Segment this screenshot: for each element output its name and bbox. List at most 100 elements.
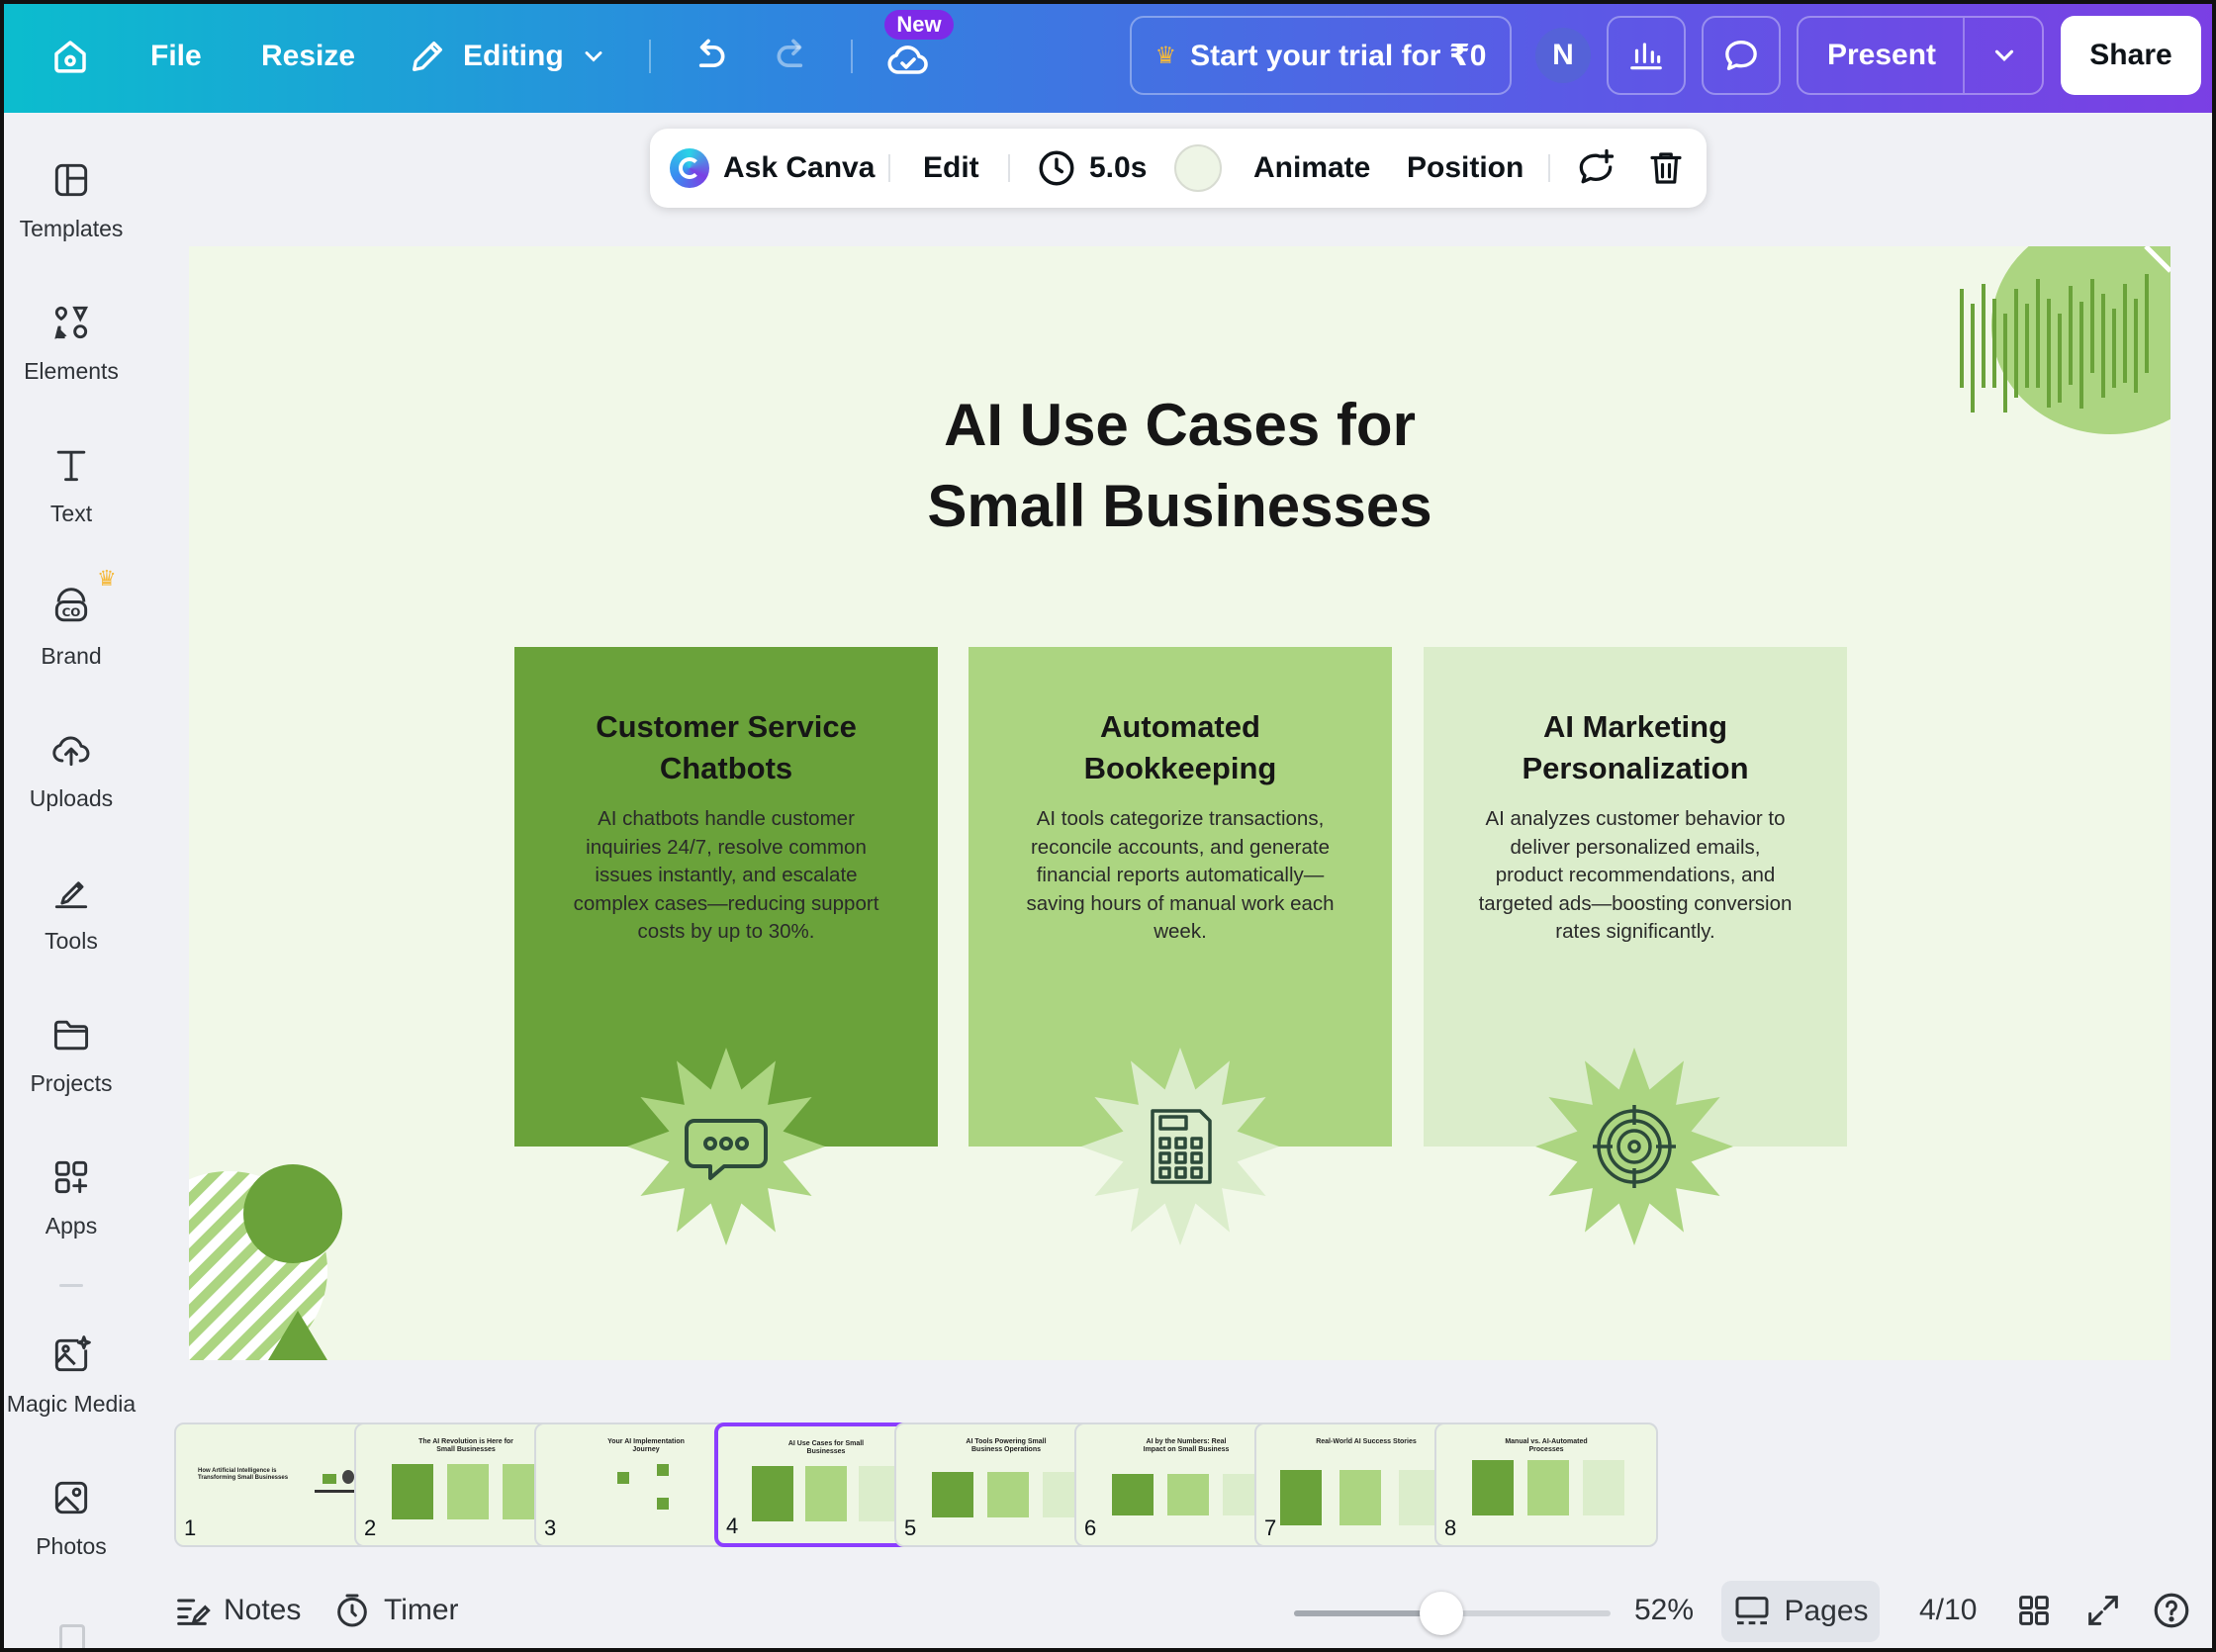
thumbnail-step (657, 1498, 669, 1510)
position-button[interactable]: Position (1407, 129, 1524, 208)
clock-icon (1039, 150, 1074, 186)
slide-title-line: Small Businesses (927, 473, 1432, 539)
redo-button[interactable] (772, 0, 815, 113)
thumbnail-step (617, 1472, 629, 1484)
decor-bottom-left (189, 1164, 342, 1360)
mode-label: Editing (463, 40, 564, 72)
page-thumbnail[interactable]: Manual vs. AI-Automated Processes 8 (1434, 1423, 1658, 1547)
edit-button[interactable]: Edit (923, 129, 979, 208)
sidebar-item-label: Elements (24, 358, 119, 384)
crown-icon: ♛ (1154, 42, 1177, 69)
thumbnail-number: 8 (1444, 1515, 1457, 1540)
delete-button[interactable] (1645, 129, 1687, 208)
thumbnail-number: 3 (544, 1515, 557, 1540)
comment-add-icon (1579, 148, 1615, 184)
thumbnail-card (1339, 1470, 1381, 1525)
sidebar-item-templates[interactable]: Templates (4, 158, 138, 242)
insights-button[interactable] (1607, 16, 1686, 95)
sidebar-item-uploads[interactable]: Uploads (4, 728, 138, 812)
thumbnail-number: 4 (726, 1514, 739, 1538)
target-badge[interactable] (1535, 1048, 1733, 1245)
duration-button[interactable]: 5.0s (1036, 129, 1147, 208)
card-body: AI analyzes customer behavior to deliver… (1478, 807, 1793, 943)
thumbnail-step (657, 1464, 669, 1476)
zoom-slider[interactable] (1294, 1592, 1611, 1635)
thumbnail-card (1167, 1474, 1209, 1515)
uploads-icon (52, 736, 90, 767)
pages-icon (1735, 1597, 1769, 1625)
card-title: AI Marketing Personalization (1424, 706, 1847, 789)
share-button[interactable]: Share (2061, 16, 2201, 95)
sidebar-item-brand[interactable]: ♛ CO Brand (4, 566, 138, 670)
card-title: Customer Service Chatbots (514, 706, 938, 789)
page-counter[interactable]: 4/10 (1919, 1573, 1977, 1648)
thumbnail-card (1527, 1460, 1569, 1515)
background-color-button[interactable] (1174, 129, 1222, 208)
thumbnail-card (447, 1464, 489, 1519)
sidebar-item-label: Photos (36, 1533, 107, 1559)
expand-icon (2088, 1596, 2118, 1625)
sidebar-item-magic-media[interactable]: Magic Media (4, 1333, 138, 1418)
sidebar-item-elements[interactable]: Elements (4, 301, 138, 385)
animate-button[interactable]: Animate (1253, 129, 1370, 208)
fullscreen-button[interactable] (2083, 1573, 2123, 1648)
trial-button[interactable]: ♛ Start your trial for ₹0 (1130, 16, 1512, 95)
card-body: AI chatbots handle customer inquiries 24… (573, 807, 879, 943)
slide-title[interactable]: AI Use Cases for Small Businesses (189, 385, 2170, 547)
sidebar-item-apps[interactable]: Apps (4, 1155, 138, 1239)
cloud-save-button[interactable] (884, 4, 932, 117)
home-button[interactable] (49, 0, 91, 113)
calculator-badge[interactable] (1081, 1048, 1279, 1245)
timer-label: Timer (384, 1594, 459, 1626)
templates-icon (54, 163, 88, 197)
avatar[interactable]: N (1535, 28, 1591, 83)
file-menu[interactable]: File (150, 0, 202, 113)
timer-button[interactable]: Timer (332, 1573, 459, 1648)
trash-icon (1650, 152, 1682, 184)
magic-media-icon (54, 1335, 91, 1372)
projects-icon (53, 1020, 89, 1051)
thumbnail-card (1280, 1470, 1322, 1525)
photos-icon (54, 1481, 88, 1514)
bottom-bar: Notes Timer 52% Pages 4/10 (138, 1573, 2212, 1648)
divider (1008, 154, 1010, 182)
ask-canva-button[interactable]: Ask Canva (670, 129, 875, 208)
chat-badge[interactable] (627, 1048, 825, 1245)
element-toolbar: Ask Canva Edit 5.0s Animate Position (650, 129, 1707, 208)
sidebar-item-label: Uploads (29, 785, 114, 811)
sidebar-item-text[interactable]: Text (4, 443, 138, 527)
undo-button[interactable] (687, 0, 730, 113)
sidebar-item-projects[interactable]: Projects (4, 1013, 138, 1097)
duration-label: 5.0s (1089, 151, 1148, 184)
editing-mode-dropdown[interactable]: Editing (408, 0, 607, 113)
present-options-button[interactable] (1965, 18, 2044, 93)
add-comment-button[interactable] (1574, 129, 1617, 208)
sidebar-item-label: Apps (45, 1213, 98, 1239)
card-title-line: Bookkeeping (1083, 751, 1277, 785)
notes-button[interactable]: Notes (172, 1573, 301, 1648)
comment-icon (1725, 41, 1757, 71)
help-button[interactable] (2151, 1573, 2192, 1648)
slide-title-line: AI Use Cases for (944, 392, 1416, 458)
bar-chart-icon (1630, 43, 1662, 70)
grid-view-button[interactable] (2014, 1573, 2054, 1648)
chevron-down-icon (585, 51, 602, 62)
pages-button[interactable]: Pages (1721, 1581, 1880, 1642)
left-sidebar: Templates Elements Text ♛ CO Brand Uploa… (4, 113, 138, 1648)
slide-canvas[interactable]: AI Use Cases for Small Businesses Custom… (189, 246, 2170, 1360)
comments-button[interactable] (1702, 16, 1781, 95)
redo-icon (777, 39, 803, 67)
card-body: AI tools categorize transactions, reconc… (1026, 807, 1335, 943)
trial-label: Start your trial for ₹0 (1190, 39, 1487, 72)
present-button[interactable]: Present (1799, 39, 1965, 72)
sidebar-item-tools[interactable]: Tools (4, 871, 138, 955)
sidebar-item-photos[interactable]: Photos (4, 1476, 138, 1560)
divider (1548, 154, 1550, 182)
color-swatch (1174, 144, 1222, 192)
zoom-slider-knob[interactable] (1420, 1592, 1464, 1635)
canva-ai-icon (670, 148, 709, 188)
resize-button[interactable]: Resize (261, 0, 355, 113)
thumbnail-card (752, 1466, 793, 1521)
grid-icon (2019, 1596, 2049, 1625)
zoom-level[interactable]: 52% (1634, 1573, 1694, 1648)
